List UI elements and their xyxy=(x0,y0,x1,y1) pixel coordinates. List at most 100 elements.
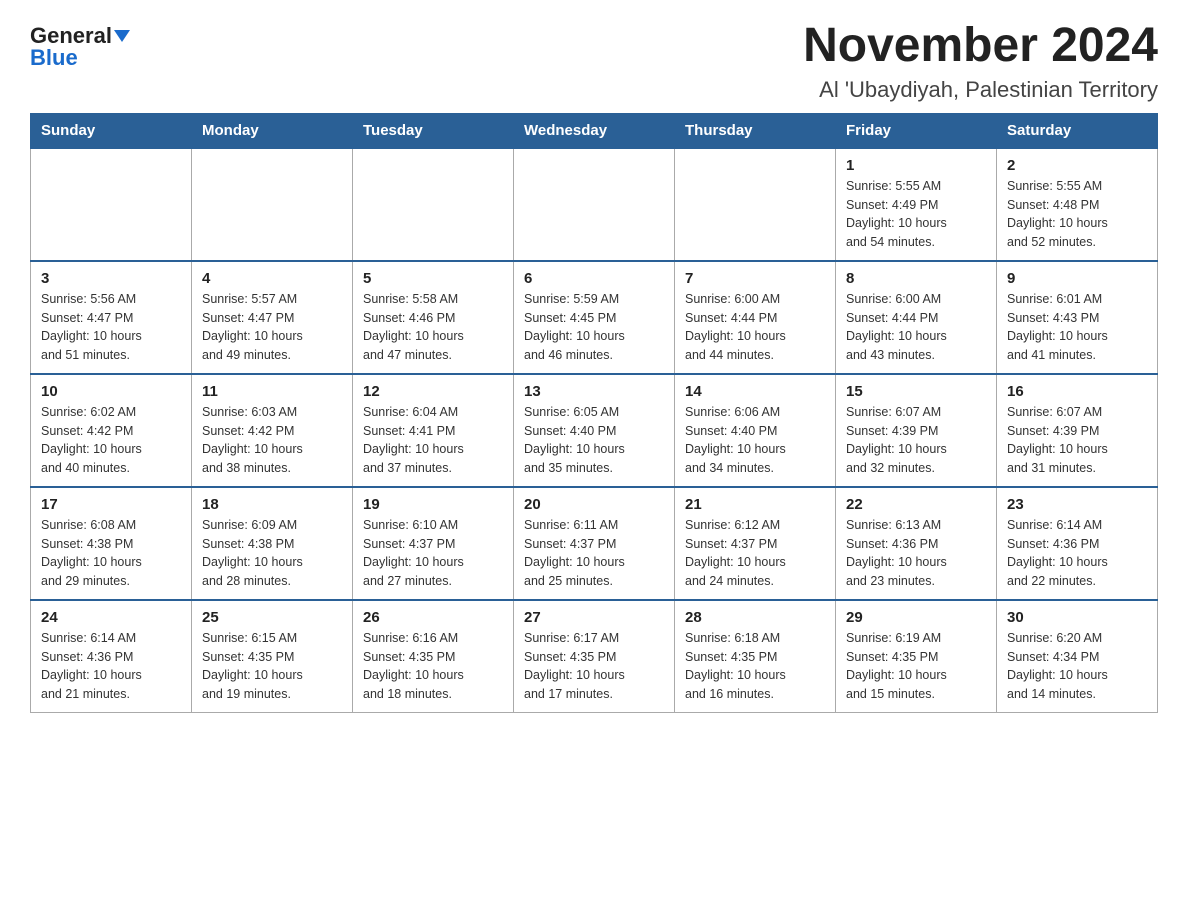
day-info: Sunrise: 5:58 AMSunset: 4:46 PMDaylight:… xyxy=(363,290,503,365)
page-header: General Blue November 2024 Al 'Ubaydiyah… xyxy=(30,20,1158,103)
day-info: Sunrise: 6:00 AMSunset: 4:44 PMDaylight:… xyxy=(685,290,825,365)
day-info: Sunrise: 6:07 AMSunset: 4:39 PMDaylight:… xyxy=(1007,403,1147,478)
calendar-cell: 20 Sunrise: 6:11 AMSunset: 4:37 PMDayligh… xyxy=(514,487,675,600)
calendar-cell: 12 Sunrise: 6:04 AMSunset: 4:41 PMDayligh… xyxy=(353,374,514,487)
day-number: 29 xyxy=(846,609,986,626)
day-number: 20 xyxy=(524,496,664,513)
calendar-week-row: 24Sunrise: 6:14 AMSunset: 4:36 PMDayligh… xyxy=(31,600,1158,713)
weekday-header-thursday: Thursday xyxy=(675,113,836,148)
day-info: Sunrise: 6:09 AMSunset: 4:38 PMDaylight:… xyxy=(202,516,342,591)
day-number: 26 xyxy=(363,609,503,626)
day-info: Sunrise: 6:03 AMSunset: 4:42 PMDaylight:… xyxy=(202,403,342,478)
calendar-cell: 2Sunrise: 5:55 AMSunset: 4:48 PMDaylight… xyxy=(997,148,1158,261)
calendar-week-row: 17 Sunrise: 6:08 AMSunset: 4:38 PMDayligh… xyxy=(31,487,1158,600)
calendar-cell: 18 Sunrise: 6:09 AMSunset: 4:38 PMDayligh… xyxy=(192,487,353,600)
day-number: 17 xyxy=(41,496,181,513)
calendar-title: November 2024 xyxy=(803,20,1158,73)
day-info: Sunrise: 6:00 AMSunset: 4:44 PMDaylight:… xyxy=(846,290,986,365)
calendar-cell xyxy=(192,148,353,261)
calendar-cell: 19 Sunrise: 6:10 AMSunset: 4:37 PMDayligh… xyxy=(353,487,514,600)
day-info: Sunrise: 6:01 AMSunset: 4:43 PMDaylight:… xyxy=(1007,290,1147,365)
calendar-cell: 8 Sunrise: 6:00 AMSunset: 4:44 PMDaylight… xyxy=(836,261,997,374)
calendar-week-row: 10 Sunrise: 6:02 AMSunset: 4:42 PMDayligh… xyxy=(31,374,1158,487)
day-number: 15 xyxy=(846,383,986,400)
day-number: 7 xyxy=(685,270,825,287)
day-info: Sunrise: 6:04 AMSunset: 4:41 PMDaylight:… xyxy=(363,403,503,478)
day-number: 6 xyxy=(524,270,664,287)
day-info: Sunrise: 6:10 AMSunset: 4:37 PMDaylight:… xyxy=(363,516,503,591)
logo-triangle-icon xyxy=(114,30,130,42)
calendar-cell: 30Sunrise: 6:20 AMSunset: 4:34 PMDayligh… xyxy=(997,600,1158,713)
calendar-cell: 14 Sunrise: 6:06 AMSunset: 4:40 PMDayligh… xyxy=(675,374,836,487)
calendar-header-row: SundayMondayTuesdayWednesdayThursdayFrid… xyxy=(31,113,1158,148)
day-info: Sunrise: 5:55 AMSunset: 4:48 PMDaylight:… xyxy=(1007,177,1147,252)
day-info: Sunrise: 5:57 AMSunset: 4:47 PMDaylight:… xyxy=(202,290,342,365)
calendar-cell: 29Sunrise: 6:19 AMSunset: 4:35 PMDayligh… xyxy=(836,600,997,713)
day-info: Sunrise: 6:16 AMSunset: 4:35 PMDaylight:… xyxy=(363,629,503,704)
calendar-week-row: 1Sunrise: 5:55 AMSunset: 4:49 PMDaylight… xyxy=(31,148,1158,261)
day-info: Sunrise: 6:02 AMSunset: 4:42 PMDaylight:… xyxy=(41,403,181,478)
day-number: 21 xyxy=(685,496,825,513)
day-number: 10 xyxy=(41,383,181,400)
calendar-cell: 11 Sunrise: 6:03 AMSunset: 4:42 PMDayligh… xyxy=(192,374,353,487)
calendar-cell: 1Sunrise: 5:55 AMSunset: 4:49 PMDaylight… xyxy=(836,148,997,261)
day-number: 4 xyxy=(202,270,342,287)
day-info: Sunrise: 6:17 AMSunset: 4:35 PMDaylight:… xyxy=(524,629,664,704)
day-info: Sunrise: 6:08 AMSunset: 4:38 PMDaylight:… xyxy=(41,516,181,591)
calendar-cell: 28Sunrise: 6:18 AMSunset: 4:35 PMDayligh… xyxy=(675,600,836,713)
weekday-header-monday: Monday xyxy=(192,113,353,148)
calendar-cell: 25Sunrise: 6:15 AMSunset: 4:35 PMDayligh… xyxy=(192,600,353,713)
day-info: Sunrise: 6:07 AMSunset: 4:39 PMDaylight:… xyxy=(846,403,986,478)
day-number: 23 xyxy=(1007,496,1147,513)
calendar-cell: 6 Sunrise: 5:59 AMSunset: 4:45 PMDaylight… xyxy=(514,261,675,374)
calendar-subtitle: Al 'Ubaydiyah, Palestinian Territory xyxy=(803,77,1158,103)
calendar-cell: 16 Sunrise: 6:07 AMSunset: 4:39 PMDayligh… xyxy=(997,374,1158,487)
day-number: 19 xyxy=(363,496,503,513)
day-info: Sunrise: 5:55 AMSunset: 4:49 PMDaylight:… xyxy=(846,177,986,252)
day-number: 28 xyxy=(685,609,825,626)
calendar-week-row: 3 Sunrise: 5:56 AMSunset: 4:47 PMDaylight… xyxy=(31,261,1158,374)
day-info: Sunrise: 6:06 AMSunset: 4:40 PMDaylight:… xyxy=(685,403,825,478)
day-number: 12 xyxy=(363,383,503,400)
day-info: Sunrise: 6:05 AMSunset: 4:40 PMDaylight:… xyxy=(524,403,664,478)
day-info: Sunrise: 5:56 AMSunset: 4:47 PMDaylight:… xyxy=(41,290,181,365)
day-number: 27 xyxy=(524,609,664,626)
calendar-cell xyxy=(353,148,514,261)
calendar-cell: 24Sunrise: 6:14 AMSunset: 4:36 PMDayligh… xyxy=(31,600,192,713)
day-info: Sunrise: 6:12 AMSunset: 4:37 PMDaylight:… xyxy=(685,516,825,591)
calendar-cell: 4 Sunrise: 5:57 AMSunset: 4:47 PMDaylight… xyxy=(192,261,353,374)
day-number: 25 xyxy=(202,609,342,626)
calendar-cell xyxy=(514,148,675,261)
calendar-cell: 17 Sunrise: 6:08 AMSunset: 4:38 PMDayligh… xyxy=(31,487,192,600)
calendar-cell: 26 Sunrise: 6:16 AMSunset: 4:35 PMDayligh… xyxy=(353,600,514,713)
calendar-cell xyxy=(675,148,836,261)
weekday-header-tuesday: Tuesday xyxy=(353,113,514,148)
day-number: 13 xyxy=(524,383,664,400)
logo: General Blue xyxy=(30,25,130,69)
calendar-cell: 15 Sunrise: 6:07 AMSunset: 4:39 PMDayligh… xyxy=(836,374,997,487)
day-number: 11 xyxy=(202,383,342,400)
day-number: 5 xyxy=(363,270,503,287)
day-number: 18 xyxy=(202,496,342,513)
day-number: 9 xyxy=(1007,270,1147,287)
calendar-cell: 27 Sunrise: 6:17 AMSunset: 4:35 PMDayligh… xyxy=(514,600,675,713)
calendar-cell: 9 Sunrise: 6:01 AMSunset: 4:43 PMDaylight… xyxy=(997,261,1158,374)
calendar-cell: 13 Sunrise: 6:05 AMSunset: 4:40 PMDayligh… xyxy=(514,374,675,487)
day-info: Sunrise: 6:14 AMSunset: 4:36 PMDaylight:… xyxy=(1007,516,1147,591)
day-info: Sunrise: 6:11 AMSunset: 4:37 PMDaylight:… xyxy=(524,516,664,591)
title-block: November 2024 Al 'Ubaydiyah, Palestinian… xyxy=(803,20,1158,103)
calendar-cell xyxy=(31,148,192,261)
day-number: 8 xyxy=(846,270,986,287)
day-number: 22 xyxy=(846,496,986,513)
day-info: Sunrise: 6:13 AMSunset: 4:36 PMDaylight:… xyxy=(846,516,986,591)
day-number: 24 xyxy=(41,609,181,626)
weekday-header-sunday: Sunday xyxy=(31,113,192,148)
calendar-cell: 5 Sunrise: 5:58 AMSunset: 4:46 PMDaylight… xyxy=(353,261,514,374)
day-number: 3 xyxy=(41,270,181,287)
day-number: 14 xyxy=(685,383,825,400)
weekday-header-wednesday: Wednesday xyxy=(514,113,675,148)
calendar-cell: 7 Sunrise: 6:00 AMSunset: 4:44 PMDaylight… xyxy=(675,261,836,374)
day-info: Sunrise: 5:59 AMSunset: 4:45 PMDaylight:… xyxy=(524,290,664,365)
day-number: 16 xyxy=(1007,383,1147,400)
weekday-header-saturday: Saturday xyxy=(997,113,1158,148)
